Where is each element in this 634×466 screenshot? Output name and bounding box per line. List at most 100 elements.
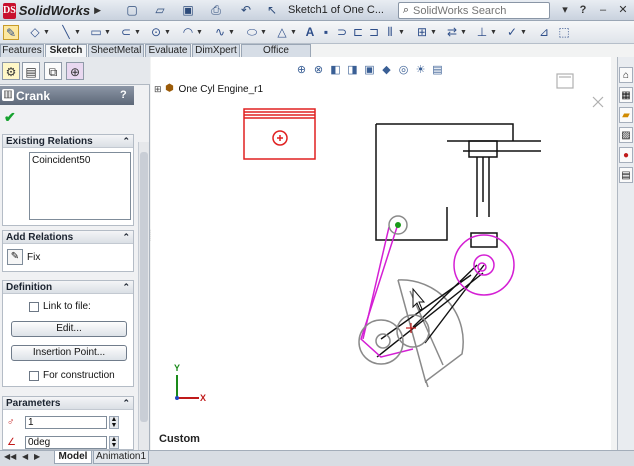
chevron-down-icon[interactable]: ▼ (228, 25, 235, 40)
spline-icon[interactable]: ∿ (212, 25, 228, 40)
point-icon[interactable]: ▪ (318, 25, 334, 40)
section-view-icon[interactable]: ◨ (345, 62, 360, 78)
tab-sheetmetal[interactable]: SheetMetal (88, 44, 144, 57)
sketch-icon[interactable]: ✎ (3, 25, 19, 40)
property-manager-icon[interactable]: ▤ (22, 62, 40, 80)
configuration-manager-icon[interactable]: ⧉ (44, 62, 62, 80)
search-dropdown-icon[interactable]: ▾ (556, 2, 574, 18)
ellipse-icon[interactable]: ⬭ (244, 25, 260, 40)
zoom-area-icon[interactable]: ⊗ (311, 62, 326, 78)
collapse-icon[interactable]: ⌃ (122, 397, 130, 410)
print-icon[interactable]: ⎙ (208, 3, 224, 18)
select-icon[interactable]: ↖ (264, 3, 280, 18)
ok-button[interactable]: ✔ (4, 109, 16, 126)
circle-icon[interactable]: ⊙ (148, 25, 164, 40)
fillet-icon[interactable]: △ (274, 25, 290, 40)
graphics-area[interactable] (151, 57, 611, 450)
chevron-down-icon[interactable]: ▼ (398, 25, 405, 40)
engine-frame[interactable] (375, 123, 541, 248)
for-construction-row[interactable]: For construction (29, 370, 115, 381)
custom-properties-icon[interactable]: ▤ (619, 167, 633, 183)
tab-model[interactable]: Model (54, 451, 92, 464)
chevron-down-icon[interactable]: ▼ (164, 25, 171, 40)
next-tab-icon[interactable]: ▶ (34, 452, 40, 461)
selected-point[interactable] (395, 222, 401, 228)
relations-icon[interactable]: ⊥ (474, 25, 490, 40)
sketch-3d-icon[interactable]: ⬚ (556, 25, 572, 40)
link-to-file-row[interactable]: Link to file: (29, 301, 91, 312)
existing-relations-list[interactable]: Coincident50 (29, 152, 131, 220)
solidworks-menu[interactable]: DS SolidWorks ▶ (3, 2, 101, 19)
scrollbar-thumb[interactable] (140, 152, 148, 422)
link-to-file-checkbox[interactable] (29, 301, 39, 312)
repair-icon[interactable]: ✓ (504, 25, 520, 40)
slot-icon[interactable]: ⊂ (118, 25, 134, 40)
help-button[interactable]: ? (574, 2, 592, 18)
dimxpert-manager-icon[interactable]: ⊕ (66, 62, 84, 80)
collapse-icon[interactable]: ⌃ (122, 135, 130, 148)
connecting-rod[interactable] (376, 264, 485, 358)
list-item[interactable]: Coincident50 (32, 155, 128, 166)
zoom-fit-icon[interactable]: ⊕ (294, 62, 309, 78)
expand-icon[interactable]: ⊞ (154, 84, 162, 95)
help-button[interactable]: ? (120, 89, 127, 101)
view-palette-icon[interactable]: ▨ (619, 127, 633, 143)
panel-scrollbar[interactable] (138, 142, 149, 450)
chevron-down-icon[interactable]: ▼ (74, 25, 81, 40)
move-icon[interactable]: ⇄ (444, 25, 460, 40)
solidworks-resources-icon[interactable]: ⌂ (619, 67, 633, 83)
search-input[interactable] (413, 4, 543, 17)
prev-tab-icon[interactable]: ◀ (22, 452, 28, 461)
chevron-down-icon[interactable]: ▼ (460, 25, 467, 40)
convert-icon[interactable]: ⊏ (350, 25, 366, 40)
group-header[interactable]: Add Relations ⌃ (3, 231, 133, 244)
hide-show-icon[interactable]: ◎ (396, 62, 411, 78)
angle-field[interactable]: 0deg (25, 435, 107, 449)
file-explorer-icon[interactable]: ▰ (619, 107, 633, 123)
scene-icon[interactable]: ▤ (430, 62, 445, 78)
chevron-down-icon[interactable]: ▼ (196, 25, 203, 40)
view-orientation-icon[interactable]: ▣ (362, 62, 377, 78)
sketch-canvas[interactable] (151, 57, 611, 450)
pattern-icon[interactable]: ⊞ (414, 25, 430, 40)
group-header[interactable]: Parameters ⌃ (3, 397, 133, 410)
previous-view-icon[interactable]: ◧ (328, 62, 343, 78)
first-tab-icon[interactable]: ◀◀ (4, 452, 16, 461)
text-icon[interactable]: A (302, 25, 318, 40)
chevron-down-icon[interactable]: ▼ (134, 25, 141, 40)
open-icon[interactable]: ▱ (152, 3, 168, 18)
count-field[interactable]: 1 (25, 415, 107, 429)
offset-icon[interactable]: ⊐ (366, 25, 382, 40)
tab-features[interactable]: Features (0, 44, 44, 57)
chevron-down-icon[interactable]: ▼ (260, 25, 267, 40)
for-construction-checkbox[interactable] (29, 370, 39, 381)
arc-icon[interactable]: ◠ (180, 25, 196, 40)
smart-dimension-icon[interactable]: ◇ (27, 25, 43, 40)
fix-button[interactable]: ✎ Fix (7, 248, 129, 266)
feature-manager-icon[interactable]: ⚙ (2, 62, 20, 80)
collapse-icon[interactable]: ⌃ (122, 281, 130, 294)
mirror-icon[interactable]: ⫴ (382, 25, 398, 40)
group-header[interactable]: Definition ⌃ (3, 281, 133, 294)
chevron-down-icon[interactable]: ▼ (520, 25, 527, 40)
chevron-down-icon[interactable]: ▼ (430, 25, 437, 40)
rapid-sketch-icon[interactable]: ⊿ (536, 25, 552, 40)
appearance-icon[interactable]: ☀ (413, 62, 428, 78)
chevron-down-icon[interactable]: ▼ (490, 25, 497, 40)
insertion-point-button[interactable]: Insertion Point... (11, 345, 127, 361)
rectangle-icon[interactable]: ▭ (88, 25, 104, 40)
trim-icon[interactable]: ⊃ (334, 25, 350, 40)
chevron-down-icon[interactable]: ▼ (290, 25, 297, 40)
group-header[interactable]: Existing Relations ⌃ (3, 135, 133, 148)
save-icon[interactable]: ▣ (180, 3, 196, 18)
design-library-icon[interactable]: ▦ (619, 87, 633, 103)
tab-animation1[interactable]: Animation1 (93, 451, 149, 464)
undo-icon[interactable]: ↶ (238, 3, 254, 18)
tab-sketch[interactable]: Sketch (45, 44, 87, 57)
tab-dimxpert[interactable]: DimXpert (192, 44, 240, 57)
tab-office-products[interactable]: Office Products (241, 44, 311, 68)
search-box[interactable]: ⌕ (398, 2, 550, 19)
spin-button[interactable]: ▲ ▼ (109, 435, 119, 449)
spin-button[interactable]: ▲ ▼ (109, 415, 119, 429)
line-icon[interactable]: ╲ (58, 25, 74, 40)
